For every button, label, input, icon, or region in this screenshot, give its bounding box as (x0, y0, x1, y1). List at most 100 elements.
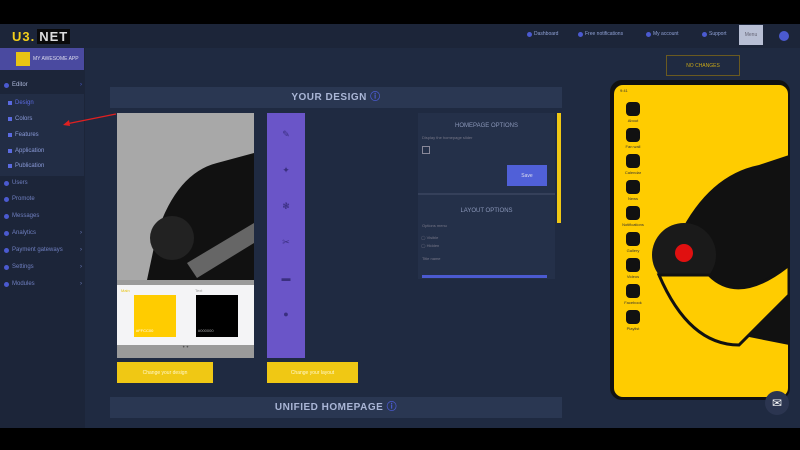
info-icon: ⓘ (386, 402, 398, 413)
dashboard-icon (527, 31, 532, 37)
sidebar-label: Colors (15, 116, 33, 122)
app: U3. NET Dashboard Free notifications My a… (0, 24, 800, 428)
app-thumbnail (16, 52, 30, 66)
sidebar-item-messages[interactable]: Messages (4, 213, 82, 219)
sidebar-item-publication[interactable]: Publication (8, 163, 44, 169)
design-preview-card[interactable]: Main #FFCC00 Text #000000 • • (117, 113, 254, 358)
facebook-icon (626, 284, 640, 298)
sidebar-item-design[interactable]: Design (8, 100, 34, 106)
pencil-icon (4, 82, 9, 88)
video-icon (626, 258, 640, 272)
slider-checkbox[interactable] (422, 146, 430, 154)
save-button[interactable]: Save (507, 165, 547, 186)
sidebar-item-analytics[interactable]: Analytics › (4, 230, 82, 236)
sidebar-item-features[interactable]: Features (8, 132, 39, 138)
sidebar-item-modules[interactable]: Modules › (4, 281, 82, 287)
radio-group[interactable]: ◯ Visible ◯ Hidden (421, 234, 439, 250)
red-arrow-annotation (63, 113, 117, 126)
sidebar-label: Settings (12, 264, 34, 270)
slider-label: Display the homepage slider (422, 135, 473, 140)
sidebar-label: Modules (12, 281, 35, 287)
change-layout-button[interactable]: Change your layout (267, 362, 358, 383)
sidebar-label: Messages (12, 213, 40, 219)
modules-icon (4, 281, 9, 287)
design-image (117, 113, 254, 280)
info-icon: ⓘ (370, 92, 381, 103)
user-icon (646, 31, 651, 37)
music-icon (626, 310, 640, 324)
chevron-right-icon: › (80, 82, 82, 88)
nav-label: My account (653, 31, 679, 37)
title-name-label: Title name (422, 256, 441, 261)
nav-notifications[interactable]: Free notifications (578, 31, 623, 37)
sidebar-item-application[interactable]: Application (8, 148, 44, 154)
logo[interactable]: U3. NET (10, 29, 71, 44)
no-changes-button[interactable]: NO CHANGES (666, 55, 740, 76)
nav-account[interactable]: My account (646, 31, 679, 37)
sidebar-label: Features (15, 132, 39, 138)
sidebar-item-settings[interactable]: Settings › (4, 264, 82, 270)
sidebar-label: Design (15, 100, 34, 106)
mail-icon[interactable]: ✉ (765, 391, 789, 415)
help-icon[interactable] (779, 31, 789, 41)
sidebar-label: Promote (12, 196, 35, 202)
colors-icon (8, 117, 12, 121)
menu-button[interactable]: Menu (739, 25, 763, 45)
scrollbar[interactable] (557, 113, 561, 223)
top-bar: U3. NET Dashboard Free notifications My a… (0, 24, 800, 48)
color-swatch-main[interactable]: #FFCC00 (134, 295, 176, 337)
sidebar-label: Payment gateways (12, 247, 63, 253)
message-icon (4, 213, 9, 219)
gear-icon (4, 264, 9, 270)
homepage-options-title: HOMEPAGE OPTIONS (455, 123, 518, 129)
palette: Main #FFCC00 Text #000000 (117, 285, 254, 345)
account-name: MY AWESOME APP (33, 56, 79, 62)
color-swatch-text[interactable]: #000000 (196, 295, 238, 337)
fan-wall-icon (626, 128, 640, 142)
calendar-icon (626, 154, 640, 168)
change-design-button[interactable]: Change your design (117, 362, 213, 383)
sidebar-item-payment[interactable]: Payment gateways › (4, 247, 82, 253)
promote-icon (4, 196, 9, 202)
payment-icon (4, 247, 9, 253)
sidebar-label: Publication (15, 163, 45, 169)
nav-support[interactable]: Support (702, 31, 727, 37)
sidebar-item-users[interactable]: Users (4, 180, 82, 186)
star-icon (702, 31, 707, 37)
account-selector[interactable]: MY AWESOME APP (0, 48, 84, 70)
camera-icon (626, 232, 640, 246)
sidebar-label: Analytics (12, 230, 37, 236)
nav-dashboard[interactable]: Dashboard (527, 31, 558, 37)
chat-icon (626, 206, 640, 220)
phone-icon (8, 149, 12, 153)
nav-label: Free notifications (585, 31, 624, 37)
chart-icon (4, 230, 9, 236)
rss-icon (626, 180, 640, 194)
carousel-dots[interactable]: • • (117, 345, 254, 351)
app-icon-list: About Fan wall Calendar News Notificatio… (620, 102, 646, 331)
divider (418, 193, 555, 195)
sidebar-item-promote[interactable]: Promote (4, 196, 82, 202)
unified-homepage-header: UNIFIED HOMEPAGE ⓘ (110, 397, 562, 418)
sidebar-item-editor[interactable]: Editor › (4, 82, 82, 88)
nav-label: Dashboard (534, 31, 559, 37)
sidebar-label: Users (12, 180, 28, 186)
features-icon (8, 133, 12, 137)
title-input[interactable] (422, 275, 547, 278)
sidebar-item-colors[interactable]: Colors (8, 116, 32, 122)
options-panel: HOMEPAGE OPTIONS Display the homepage sl… (418, 113, 555, 279)
options-menu-label: Options menu (422, 223, 447, 228)
about-icon (626, 102, 640, 116)
users-icon (4, 180, 9, 186)
design-icon (8, 101, 12, 105)
sidebar-label: Editor (12, 82, 28, 88)
layout-options-title: LAYOUT OPTIONS (460, 208, 513, 214)
layout-strip[interactable]: ✎ ✦ ❃ ✂ ▬ ● (267, 113, 305, 358)
bell-icon (578, 31, 583, 37)
send-icon (8, 164, 12, 168)
your-design-header: YOUR DESIGN ⓘ (110, 87, 562, 108)
sidebar-label: Application (15, 148, 45, 154)
nav-label: Support (709, 31, 727, 37)
status-time: 9:41 (620, 88, 628, 93)
homepage-image (652, 155, 788, 347)
